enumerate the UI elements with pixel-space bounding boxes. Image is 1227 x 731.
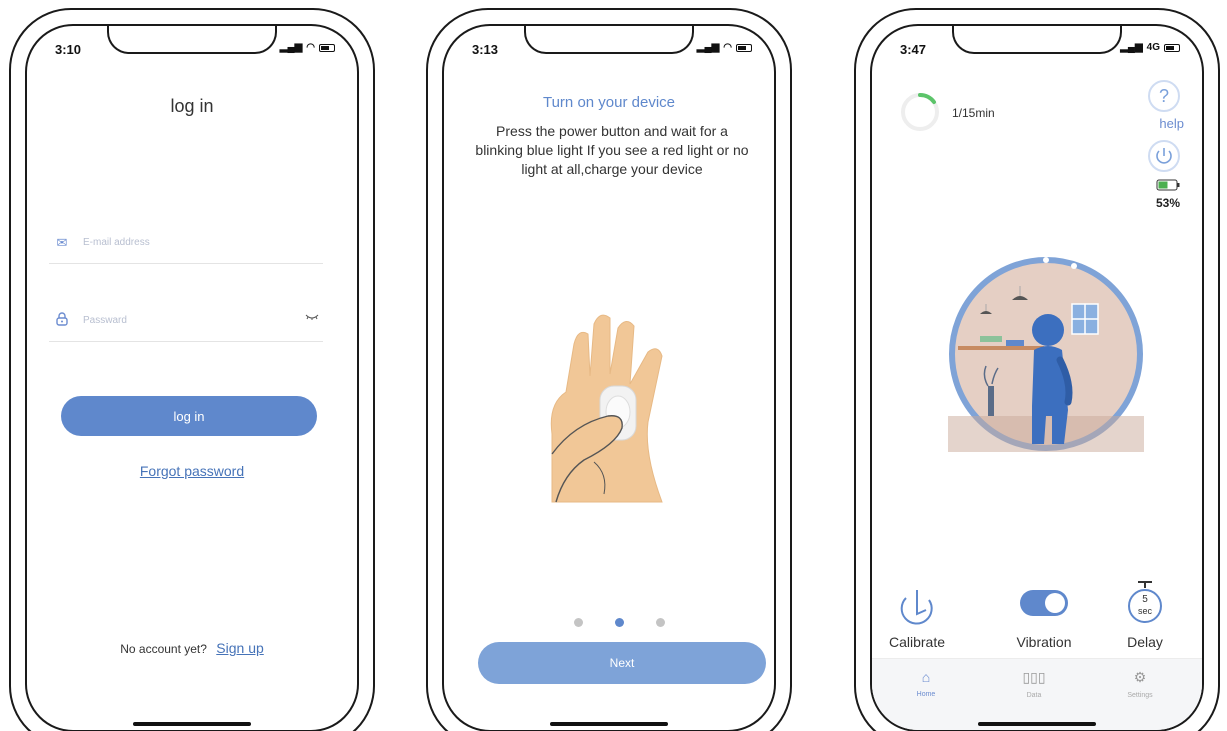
session-timer-text: 1/15min xyxy=(952,106,995,120)
email-placeholder: E-mail address xyxy=(83,237,150,248)
status-time: 3:10 xyxy=(55,42,82,57)
page-dot-2[interactable] xyxy=(615,618,624,627)
status-bar-icons: ▂▄▆ 4G xyxy=(1120,42,1180,53)
notch xyxy=(524,26,694,54)
notch xyxy=(107,26,277,54)
page-title: log in xyxy=(170,96,214,116)
tab-data[interactable]: ▯▯▯ Data xyxy=(1004,669,1064,699)
onboarding-title: Turn on your device xyxy=(542,94,675,111)
signal-icon: ▂▄▆ xyxy=(696,42,720,53)
status-bar-icons: ▂▄▆ ◠ xyxy=(697,42,752,53)
forgot-password-wrap: Forgot password xyxy=(27,463,357,479)
wifi-icon: ◠ xyxy=(723,42,732,53)
bottom-tab-bar: ⌂ Home ▯▯▯ Data ⚙ Settings xyxy=(872,658,1202,730)
home-indicator[interactable] xyxy=(978,722,1096,726)
home-icon: ⌂ xyxy=(921,669,931,685)
stopwatch-icon[interactable]: 5 sec xyxy=(1126,580,1164,626)
phone-onboarding: 3:13 ▂▄▆ ◠ Turn on your device Press the… xyxy=(426,8,792,731)
home-screen: 3:47 ▂▄▆ 4G 1/15min ? help 53% Calibrate… xyxy=(870,24,1204,731)
home-indicator[interactable] xyxy=(133,722,251,726)
power-icon[interactable] xyxy=(1148,140,1180,172)
onboarding-instructions: Press the power button and wait for a bl… xyxy=(475,123,749,177)
calibrate-icon[interactable] xyxy=(896,586,938,633)
status-time: 3:13 xyxy=(472,42,499,57)
battery-icon xyxy=(736,43,752,52)
hide-password-icon[interactable] xyxy=(305,313,319,324)
battery-percent: 53% xyxy=(1155,196,1180,210)
screens-showcase: 3:10 ▂▄▆ ◠ log in ✉ E-mail address Passw… xyxy=(0,0,1227,731)
signal-icon: ▂▄▆ xyxy=(1120,42,1143,53)
tab-home[interactable]: ⌂ Home xyxy=(896,669,956,698)
mail-icon: ✉ xyxy=(56,234,68,250)
home-indicator[interactable] xyxy=(550,722,668,726)
no-account-text: No account yet? xyxy=(120,642,207,656)
email-field[interactable]: ✉ E-mail address xyxy=(49,222,323,264)
delay-value: 5 xyxy=(1142,594,1148,605)
password-placeholder: Passward xyxy=(83,315,127,326)
delay-unit: sec xyxy=(1137,606,1152,616)
phone-home: 3:47 ▂▄▆ 4G 1/15min ? help 53% Calibrate… xyxy=(854,8,1220,731)
device-battery-icon xyxy=(1156,178,1180,196)
battery-icon xyxy=(1164,43,1180,52)
onboarding-screen: 3:13 ▂▄▆ ◠ Turn on your device Press the… xyxy=(442,24,776,731)
lock-icon xyxy=(55,312,69,329)
wifi-icon: ◠ xyxy=(306,42,315,53)
sign-up-link[interactable]: Sign up xyxy=(216,640,263,656)
tab-settings-label: Settings xyxy=(1127,692,1153,699)
posture-illustration xyxy=(948,256,1144,457)
gear-icon: ⚙ xyxy=(1133,669,1147,685)
hand-device-illustration xyxy=(544,304,694,509)
login-screen: 3:10 ▂▄▆ ◠ log in ✉ E-mail address Passw… xyxy=(25,24,359,731)
vibration-toggle[interactable] xyxy=(1020,590,1068,616)
page-dot-3[interactable] xyxy=(656,618,665,627)
forgot-password-link[interactable]: Forgot password xyxy=(140,463,244,479)
password-field[interactable]: Passward xyxy=(49,300,323,342)
status-bar-icons: ▂▄▆ ◠ xyxy=(280,42,335,53)
bar-chart-icon: ▯▯▯ xyxy=(1022,669,1046,685)
network-type: 4G xyxy=(1146,42,1160,53)
vibration-label[interactable]: Vibration xyxy=(999,634,1089,650)
notch xyxy=(952,26,1122,54)
page-dot-1[interactable] xyxy=(574,618,583,627)
status-time: 3:47 xyxy=(900,42,927,57)
login-button[interactable]: log in xyxy=(61,396,317,436)
battery-icon xyxy=(319,43,335,52)
phone-login: 3:10 ▂▄▆ ◠ log in ✉ E-mail address Passw… xyxy=(9,8,375,731)
next-button[interactable]: Next xyxy=(478,642,766,684)
help-label[interactable]: help xyxy=(1159,116,1184,131)
tab-settings[interactable]: ⚙ Settings xyxy=(1110,669,1170,699)
toggle-knob xyxy=(1045,593,1065,613)
session-timer-ring xyxy=(900,92,940,137)
delay-label[interactable]: Delay xyxy=(1100,634,1190,650)
tab-home-label: Home xyxy=(916,691,936,698)
help-icon[interactable]: ? xyxy=(1148,80,1180,112)
signal-icon: ▂▄▆ xyxy=(279,42,303,53)
signup-row: No account yet? Sign up xyxy=(27,640,357,656)
tab-data-label: Data xyxy=(1026,692,1042,699)
calibrate-label[interactable]: Calibrate xyxy=(872,634,962,650)
